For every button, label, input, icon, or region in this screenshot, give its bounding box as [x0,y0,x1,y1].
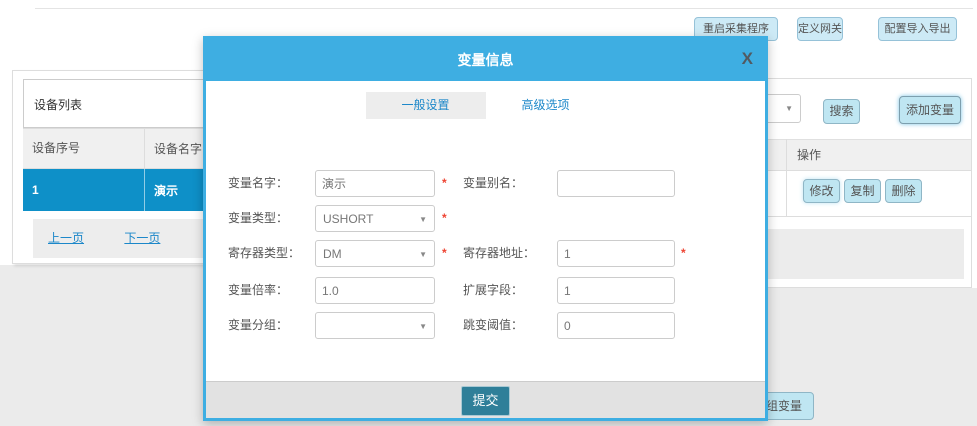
tab-advanced-options[interactable]: 高级选项 [486,92,606,119]
tab-general-settings[interactable]: 一般设置 [366,92,486,119]
required-asterisk: * [681,240,686,267]
search-button[interactable]: 搜索 [823,99,860,124]
required-asterisk: * [442,240,447,267]
chevron-down-icon: ▼ [785,95,793,122]
threshold-input[interactable] [557,312,675,339]
register-type-value: DM [323,241,342,268]
modal-tabs: 一般设置 高级选项 [206,92,765,119]
variable-alias-label: 变量别名： [463,170,553,197]
app-root: 重启采集程序 定义网关 配置导入导出 设备列表 设备序号 设备名字 1 演示 上… [0,0,977,426]
required-asterisk: * [442,170,447,197]
prev-page-link[interactable]: 上一页 [48,231,84,245]
ext-field-input[interactable] [557,277,675,304]
register-address-label: 寄存器地址： [463,240,553,267]
variable-type-select[interactable]: USHORT ▼ [315,205,435,232]
copy-button[interactable]: 复制 [844,179,881,203]
top-divider [35,8,973,9]
register-type-label: 寄存器类型： [228,240,318,267]
variable-name-input[interactable] [315,170,435,197]
variable-name-label: 变量名字： [228,170,318,197]
modal-footer: 提交 [206,381,765,418]
variable-alias-input[interactable] [557,170,675,197]
variable-info-modal: 变量信息 X 一般设置 高级选项 变量名字： * 变量别名： 变量类型： USH… [203,36,768,421]
variable-type-label: 变量类型： [228,205,318,232]
modal-header: 变量信息 X [206,39,765,81]
device-seq-column-header: 设备序号 [23,129,145,168]
device-list-title: 设备列表 [34,96,82,113]
modify-button[interactable]: 修改 [803,179,840,203]
register-type-select[interactable]: DM ▼ [315,240,435,267]
modal-title: 变量信息 [206,39,765,81]
add-variable-button[interactable]: 添加变量 [899,96,961,124]
variable-rate-label: 变量倍率： [228,277,318,304]
device-name-cell: 演示 [145,182,178,199]
chevron-down-icon: ▼ [419,241,427,268]
submit-button[interactable]: 提交 [461,386,510,416]
variable-group-select[interactable]: ▼ [315,312,435,339]
variable-rate-input[interactable] [315,277,435,304]
close-icon[interactable]: X [742,49,753,69]
variable-group-label: 变量分组： [228,312,318,339]
next-page-link[interactable]: 下一页 [124,231,160,245]
config-import-export-button[interactable]: 配置导入导出 [878,17,957,41]
operation-column-divider [786,139,787,216]
register-address-input[interactable] [557,240,675,267]
device-name-column-header: 设备名字 [145,140,202,157]
device-seq-cell: 1 [23,169,145,211]
required-asterisk: * [442,205,447,232]
variable-type-value: USHORT [323,206,373,233]
chevron-down-icon: ▼ [419,206,427,233]
operation-column-header: 操作 [797,139,821,171]
delete-button[interactable]: 删除 [885,179,922,203]
define-gateway-button[interactable]: 定义网关 [797,17,843,41]
chevron-down-icon: ▼ [419,313,427,340]
ext-field-label: 扩展字段： [463,277,553,304]
threshold-label: 跳变阈值： [463,312,553,339]
